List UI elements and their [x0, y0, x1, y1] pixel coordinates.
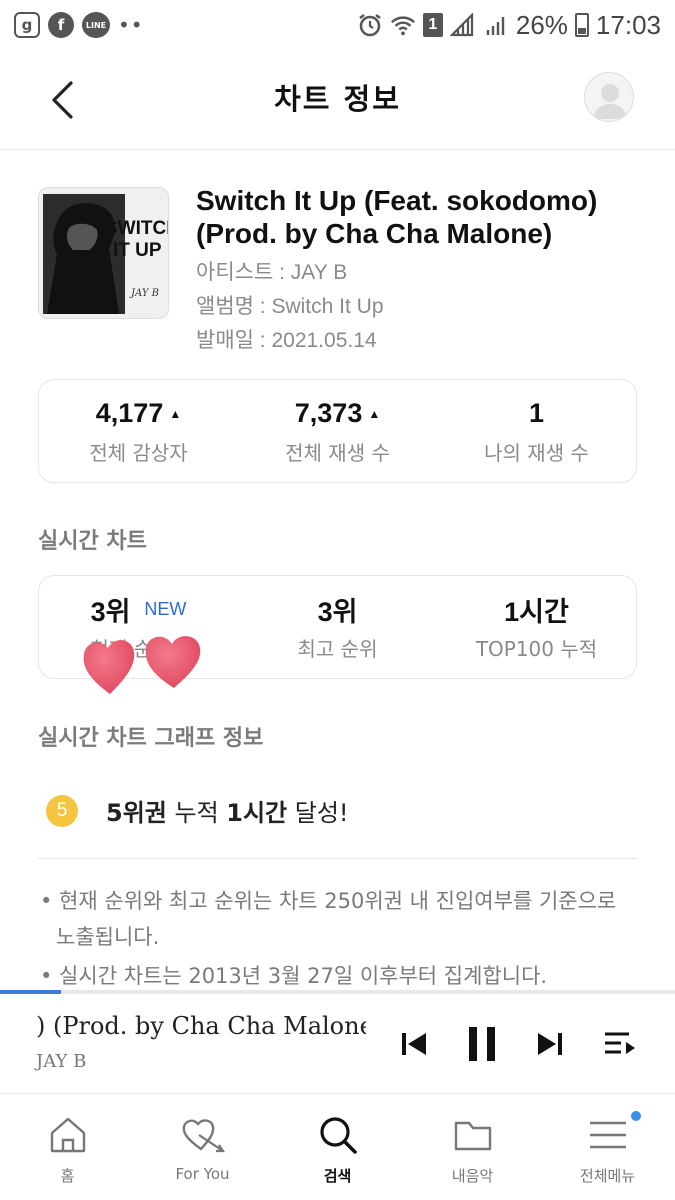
trend-up-icon: ▲ — [169, 406, 182, 421]
now-playing-artist: JAY B — [36, 1051, 87, 1072]
clock: 17:03 — [595, 9, 661, 40]
mini-player[interactable]: ) (Prod. by Cha Cha Malone) JAY B — [0, 994, 675, 1094]
playlist-button[interactable] — [598, 1022, 642, 1066]
facebook-notification-icon: f — [48, 12, 74, 38]
nav-label: 내음악 — [451, 1167, 494, 1185]
skip-previous-icon — [402, 1033, 426, 1055]
best-rank-cell: 3위 최고 순위 — [238, 576, 437, 678]
next-button[interactable] — [528, 1022, 572, 1066]
stat-value: 7,373 — [294, 398, 363, 428]
nav-label: For You — [175, 1165, 230, 1183]
album-art-artist: JAY B — [129, 288, 159, 299]
achievement-rank: 5위권 — [106, 799, 167, 827]
skip-next-icon — [538, 1033, 562, 1055]
stat-label: 나의 재생 수 — [484, 440, 589, 465]
bottom-navigation: 홈 For You 검색 내음악 전체메뉴 — [0, 1095, 675, 1200]
stat-value: 1 — [528, 398, 545, 428]
alarm-icon — [357, 12, 383, 38]
nav-full-menu[interactable]: 전체메뉴 — [540, 1095, 675, 1200]
top100-hours-cell: 1시간 TOP100 누적 — [437, 576, 636, 678]
nav-label: 전체메뉴 — [579, 1167, 636, 1185]
new-badge: NEW — [144, 599, 187, 619]
stat-label: 전체 재생 수 — [285, 440, 390, 465]
stat-total-listeners: 4,177 ▲ 전체 감상자 — [39, 380, 238, 482]
current-rank-cell[interactable]: 3위 NEW 현재 순위 › — [39, 576, 238, 678]
chevron-right-icon: › — [178, 635, 187, 659]
home-icon — [50, 1117, 85, 1153]
rank-badge: 5 — [46, 794, 78, 827]
release-date-line: 발매일 : 2021.05.14 — [196, 329, 377, 352]
folder-icon — [454, 1121, 491, 1151]
battery-icon — [574, 13, 589, 37]
current-rank: 3위 — [90, 597, 131, 627]
battery-percent: 26% — [515, 9, 568, 40]
stat-value: 4,177 — [95, 398, 164, 428]
sim-icon: 1 — [422, 13, 443, 37]
album-line[interactable]: 앨범명 : Switch It Up — [196, 290, 384, 320]
new-indicator-dot — [631, 1111, 641, 1121]
playlist-icon — [605, 1032, 635, 1054]
top100-hours: 1시간 — [504, 597, 569, 627]
nav-label: 검색 — [323, 1167, 352, 1185]
album-cover-image: SWITCHIT UP JAY B — [39, 188, 169, 318]
artist-line[interactable]: 아티스트 : JAY B — [196, 256, 347, 286]
top100-hours-label: TOP100 누적 — [475, 636, 598, 661]
nav-label: 홈 — [60, 1167, 75, 1185]
menu-icon — [589, 1121, 626, 1149]
achievement-hours: 1시간 — [226, 799, 288, 827]
play-stats-card: 4,177 ▲ 전체 감상자 7,373 ▲ 전체 재생 수 1 나의 재생 수 — [38, 379, 637, 483]
chart-graph-heading: 실시간 차트 그래프 정보 — [38, 726, 264, 751]
page-title: 차트 정보 — [274, 82, 401, 116]
divider — [38, 858, 637, 859]
nav-home[interactable]: 홈 — [0, 1095, 135, 1200]
current-rank-label: 현재 순위 — [90, 636, 171, 661]
achievement-end: 달성! — [287, 799, 349, 827]
achievement-row: 5 5위권 누적 1시간 달성! — [46, 793, 349, 828]
nav-search[interactable]: 검색 — [270, 1095, 405, 1200]
nav-my-music[interactable]: 내음악 — [405, 1095, 540, 1200]
search-icon — [319, 1117, 357, 1154]
profile-avatar[interactable] — [584, 72, 634, 122]
heart-arrow-icon — [182, 1119, 225, 1153]
pause-button[interactable] — [460, 1022, 504, 1066]
line-notification-icon: LINE — [82, 12, 110, 38]
wifi-icon — [390, 12, 416, 38]
realtime-chart-card: 3위 NEW 현재 순위 › 3위 최고 순위 1시간 TOP100 누적 — [38, 575, 637, 679]
stat-my-plays: 1 나의 재생 수 — [437, 380, 636, 482]
album-art[interactable]: SWITCHIT UP JAY B — [38, 187, 169, 319]
gmail-notification-icon: g — [14, 12, 40, 38]
achievement-mid: 누적 — [166, 799, 227, 827]
best-rank: 3위 — [317, 597, 358, 627]
note-since-date: • 실시간 차트는 2013년 3월 27일 이후부터 집계합니다. — [40, 964, 548, 988]
stat-total-plays: 7,373 ▲ 전체 재생 수 — [238, 380, 437, 482]
trend-up-icon: ▲ — [368, 406, 381, 421]
status-bar: g f LINE •• 1 26% 17:03 — [0, 0, 675, 50]
pause-icon — [469, 1027, 495, 1061]
signal-icon — [449, 12, 476, 38]
signal-bars-icon — [483, 12, 509, 38]
previous-button[interactable] — [392, 1022, 436, 1066]
app-header: 차트 정보 — [0, 50, 675, 150]
now-playing-title: ) (Prod. by Cha Cha Malone) — [36, 1012, 366, 1040]
stat-label: 전체 감상자 — [89, 440, 188, 465]
achievement-text: 5위권 누적 1시간 달성! — [106, 793, 349, 828]
album-art-title: SWITCHIT UP — [105, 218, 169, 261]
more-notifications-indicator: •• — [118, 13, 144, 37]
realtime-chart-heading: 실시간 차트 — [38, 529, 147, 554]
user-icon — [593, 84, 627, 119]
song-title: Switch It Up (Feat. sokodomo) (Prod. by … — [196, 185, 598, 249]
note-rank-basis: • 현재 순위와 최고 순위는 차트 250위권 내 진입여부를 기준으로 노출… — [40, 889, 617, 949]
nav-for-you[interactable]: For You — [135, 1095, 270, 1200]
best-rank-label: 최고 순위 — [297, 636, 378, 661]
